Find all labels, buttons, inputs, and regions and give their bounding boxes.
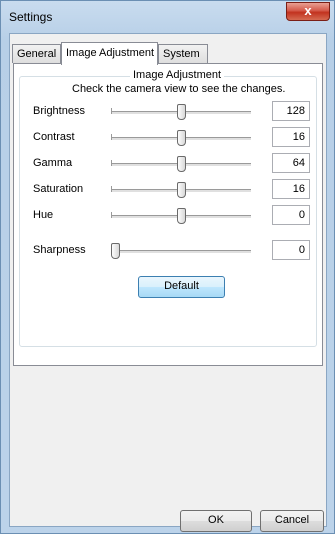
sharpness-label: Sharpness <box>33 244 86 256</box>
gamma-slider-thumb[interactable] <box>177 156 186 172</box>
tab-system[interactable]: System <box>158 44 208 63</box>
brightness-row: Brightness 128 <box>20 101 318 125</box>
saturation-value-field[interactable]: 16 <box>272 179 310 199</box>
saturation-slider[interactable] <box>105 182 255 198</box>
window-title: Settings <box>9 10 53 24</box>
saturation-slider-thumb[interactable] <box>177 182 186 198</box>
contrast-slider[interactable] <box>105 130 255 146</box>
slider-tick <box>111 186 112 192</box>
sharpness-value-field[interactable]: 0 <box>272 240 310 260</box>
sharpness-row: Sharpness 0 <box>20 240 318 264</box>
brightness-slider[interactable] <box>105 104 255 120</box>
contrast-row: Contrast 16 <box>20 127 318 151</box>
hue-slider[interactable] <box>105 208 255 224</box>
slider-tick <box>111 134 112 140</box>
hue-label: Hue <box>33 209 54 221</box>
gamma-value-field[interactable]: 64 <box>272 153 310 173</box>
saturation-row: Saturation 16 <box>20 179 318 203</box>
hue-value-field[interactable]: 0 <box>272 205 310 225</box>
slider-tick <box>111 212 112 218</box>
settings-window: Settings x General Image Adjustment Syst… <box>0 0 335 534</box>
image-adjustment-panel: Image Adjustment Check the camera view t… <box>13 63 323 366</box>
tab-general[interactable]: General <box>12 44 61 63</box>
sharpness-slider[interactable] <box>105 243 255 259</box>
title-bar[interactable]: Settings x <box>1 1 335 33</box>
sharpness-slider-thumb[interactable] <box>111 243 120 259</box>
ok-button[interactable]: OK <box>180 510 252 532</box>
contrast-value-field[interactable]: 16 <box>272 127 310 147</box>
close-button[interactable]: x <box>286 2 330 21</box>
hue-row: Hue 0 <box>20 205 318 229</box>
hue-slider-thumb[interactable] <box>177 208 186 224</box>
slider-tick <box>111 108 112 114</box>
slider-tick <box>111 160 112 166</box>
tab-image-adjustment[interactable]: Image Adjustment <box>61 42 158 65</box>
gamma-slider[interactable] <box>105 156 255 172</box>
cancel-button[interactable]: Cancel <box>260 510 324 532</box>
dialog-body: General Image Adjustment System Image Ad… <box>9 33 327 532</box>
brightness-label: Brightness <box>33 105 85 117</box>
gamma-label: Gamma <box>33 157 73 169</box>
hint-text: Check the camera view to see the changes… <box>72 83 286 95</box>
gamma-row: Gamma 64 <box>20 153 318 177</box>
contrast-slider-thumb[interactable] <box>177 130 186 146</box>
slider-track-line <box>111 250 251 254</box>
saturation-label: Saturation <box>33 183 84 195</box>
group-title: Image Adjustment <box>130 69 225 81</box>
brightness-value-field[interactable]: 128 <box>272 101 310 121</box>
default-button[interactable]: Default <box>138 276 225 298</box>
image-adjustment-group: Image Adjustment Check the camera view t… <box>19 69 318 347</box>
contrast-label: Contrast <box>33 131 75 143</box>
brightness-slider-thumb[interactable] <box>177 104 186 120</box>
